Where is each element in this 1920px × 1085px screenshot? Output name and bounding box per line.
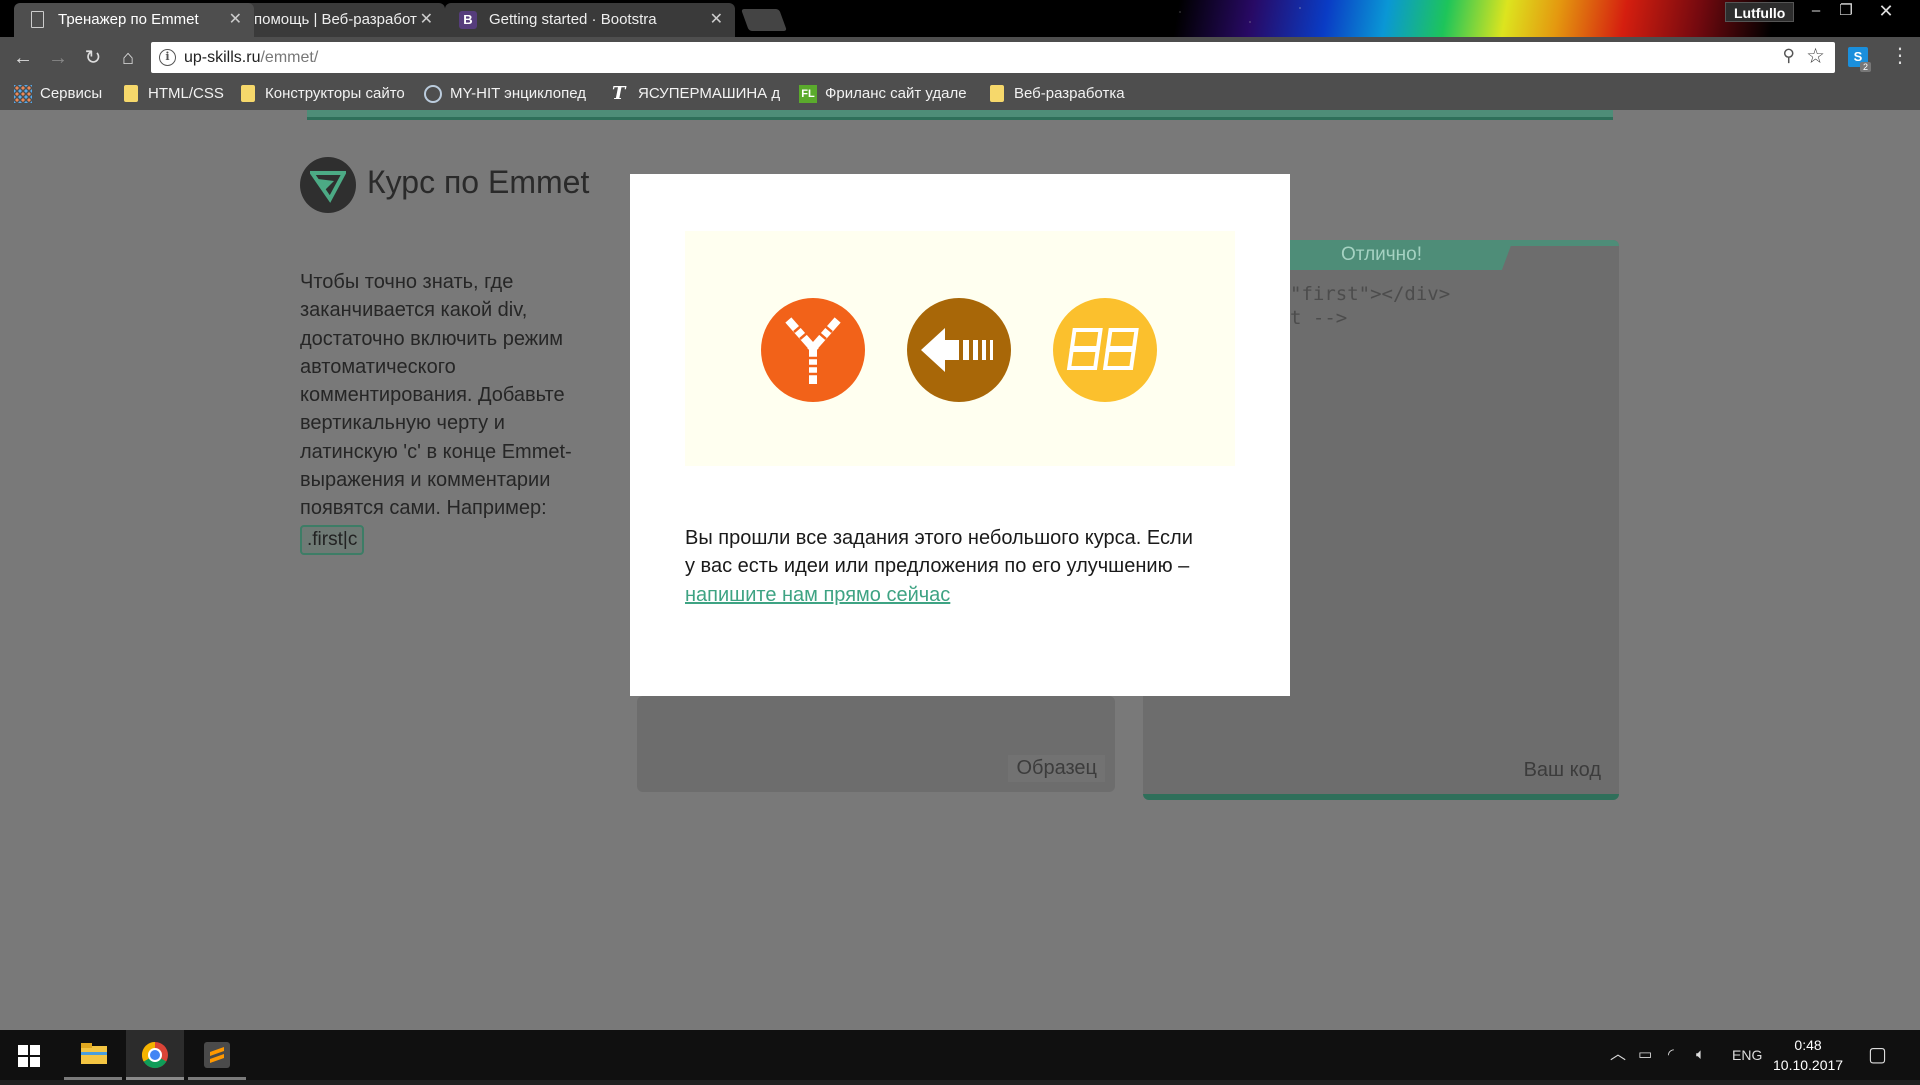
- bookmarks-bar: Сервисы HTML/CSS Конструкторы сайто MY-H…: [0, 78, 1920, 110]
- minimize-icon[interactable]: –: [1800, 0, 1832, 22]
- chrome-icon[interactable]: [126, 1030, 184, 1080]
- tab-title: Тренажер по Emmet: [58, 11, 199, 28]
- folder-icon: [124, 85, 138, 102]
- file-explorer-icon[interactable]: [64, 1030, 122, 1080]
- close-window-icon[interactable]: ✕: [1870, 0, 1902, 22]
- extension-badge: 2: [1860, 62, 1872, 72]
- close-icon[interactable]: ✕: [710, 3, 723, 37]
- contact-us-link[interactable]: напишите нам прямо сейчас: [685, 584, 950, 606]
- apps-icon: [14, 85, 32, 103]
- close-icon[interactable]: ✕: [420, 3, 433, 37]
- address-bar[interactable]: i up-skills.ru/emmet/ ⚲ ☆: [151, 42, 1835, 73]
- sublime-text-icon[interactable]: [188, 1030, 246, 1080]
- bootstrap-icon: B: [459, 11, 477, 29]
- new-tab-button[interactable]: [740, 9, 788, 31]
- code-line: "first"></div>: [1290, 283, 1451, 305]
- your-code-label: Ваш код: [1523, 759, 1601, 781]
- tab-title: помощь | Веб-разработ: [254, 11, 417, 28]
- battery-icon[interactable]: ▭: [1638, 1030, 1652, 1080]
- sample-label: Образец: [1008, 755, 1105, 782]
- example-code: .first|c: [300, 525, 365, 555]
- profile-button[interactable]: Lutfullo: [1725, 2, 1795, 22]
- tab-title: Getting started · Bootstra: [489, 11, 657, 28]
- bookmark-freelance[interactable]: FL Фриланс сайт удале: [797, 78, 969, 110]
- home-icon[interactable]: ⌂: [115, 45, 141, 71]
- show-hidden-icons-icon[interactable]: ︿: [1610, 1030, 1626, 1080]
- browser-toolbar: ← → ↻ ⌂ i up-skills.ru/emmet/ ⚲ ☆ S 2 ⋮: [0, 37, 1920, 78]
- course-title: Курс по Emmet: [367, 164, 590, 200]
- info-icon[interactable]: i: [159, 49, 176, 66]
- digits-icon: [1053, 298, 1157, 402]
- windows-start-icon[interactable]: [18, 1045, 40, 1067]
- volume-icon[interactable]: 🔈︎: [1696, 1030, 1705, 1080]
- achievements-banner: [685, 231, 1235, 466]
- fork-icon: [761, 298, 865, 402]
- tab-bootstrap[interactable]: B Getting started · Bootstra ✕: [445, 3, 735, 37]
- globe-icon: [424, 85, 442, 103]
- folder-icon: [990, 85, 1004, 102]
- arrow-left-icon: [907, 298, 1011, 402]
- t-icon: T: [612, 83, 626, 104]
- bookmark-my-hit[interactable]: MY-HIT энциклопед: [422, 78, 594, 110]
- restore-icon[interactable]: ❐: [1830, 0, 1862, 22]
- bookmark-html-css[interactable]: HTML/CSS: [120, 78, 224, 110]
- reload-icon[interactable]: ↻: [80, 45, 106, 71]
- back-icon[interactable]: ←: [10, 45, 36, 71]
- windows-taskbar: ︿ ▭ ◜ 🔈︎ ENG 0:48 10.10.2017 ▢: [0, 1030, 1920, 1080]
- bookmark-yasupermashina[interactable]: T ЯСУПЕРМАШИНА д: [610, 78, 780, 110]
- forward-icon[interactable]: →: [45, 45, 71, 71]
- bookmark-web-dev[interactable]: Веб-разработка: [986, 78, 1125, 110]
- folder-icon: [241, 85, 255, 102]
- wifi-icon[interactable]: ◜: [1668, 1030, 1674, 1080]
- course-complete-modal: Вы прошли все задания этого небольшого к…: [630, 174, 1290, 696]
- bookmark-star-icon[interactable]: ☆: [1806, 44, 1825, 69]
- emmet-logo-icon: [300, 157, 356, 213]
- zoom-icon[interactable]: ⚲: [1783, 46, 1795, 66]
- tab-emmet[interactable]: Тренажер по Emmet ✕: [14, 3, 254, 37]
- bookmark-services[interactable]: Сервисы: [12, 78, 102, 110]
- system-clock[interactable]: 0:48 10.10.2017: [1773, 1035, 1843, 1075]
- lesson-text: Чтобы точно знать, где заканчивается как…: [300, 271, 572, 520]
- page-icon: [31, 11, 44, 28]
- url-text[interactable]: up-skills.ru/emmet/: [184, 42, 318, 73]
- action-center-icon[interactable]: ▢: [1868, 1030, 1887, 1080]
- completion-message: Вы прошли все задания этого небольшого к…: [685, 527, 1193, 606]
- close-icon[interactable]: ✕: [229, 3, 242, 37]
- page-content: Курс по Emmet Чтобы точно знать, где зак…: [0, 110, 1920, 1030]
- browser-menu-icon[interactable]: ⋮: [1890, 46, 1910, 66]
- bookmark-constructors[interactable]: Конструкторы сайто: [237, 78, 409, 110]
- code-line: t -->: [1290, 307, 1348, 329]
- browser-tab-bar: # помощь | Веб-разработ ✕ B Getting star…: [0, 0, 1920, 37]
- language-indicator[interactable]: ENG: [1732, 1030, 1762, 1080]
- sample-panel: Образец: [637, 696, 1115, 792]
- header-strip: [307, 110, 1613, 120]
- fl-icon: FL: [799, 85, 817, 103]
